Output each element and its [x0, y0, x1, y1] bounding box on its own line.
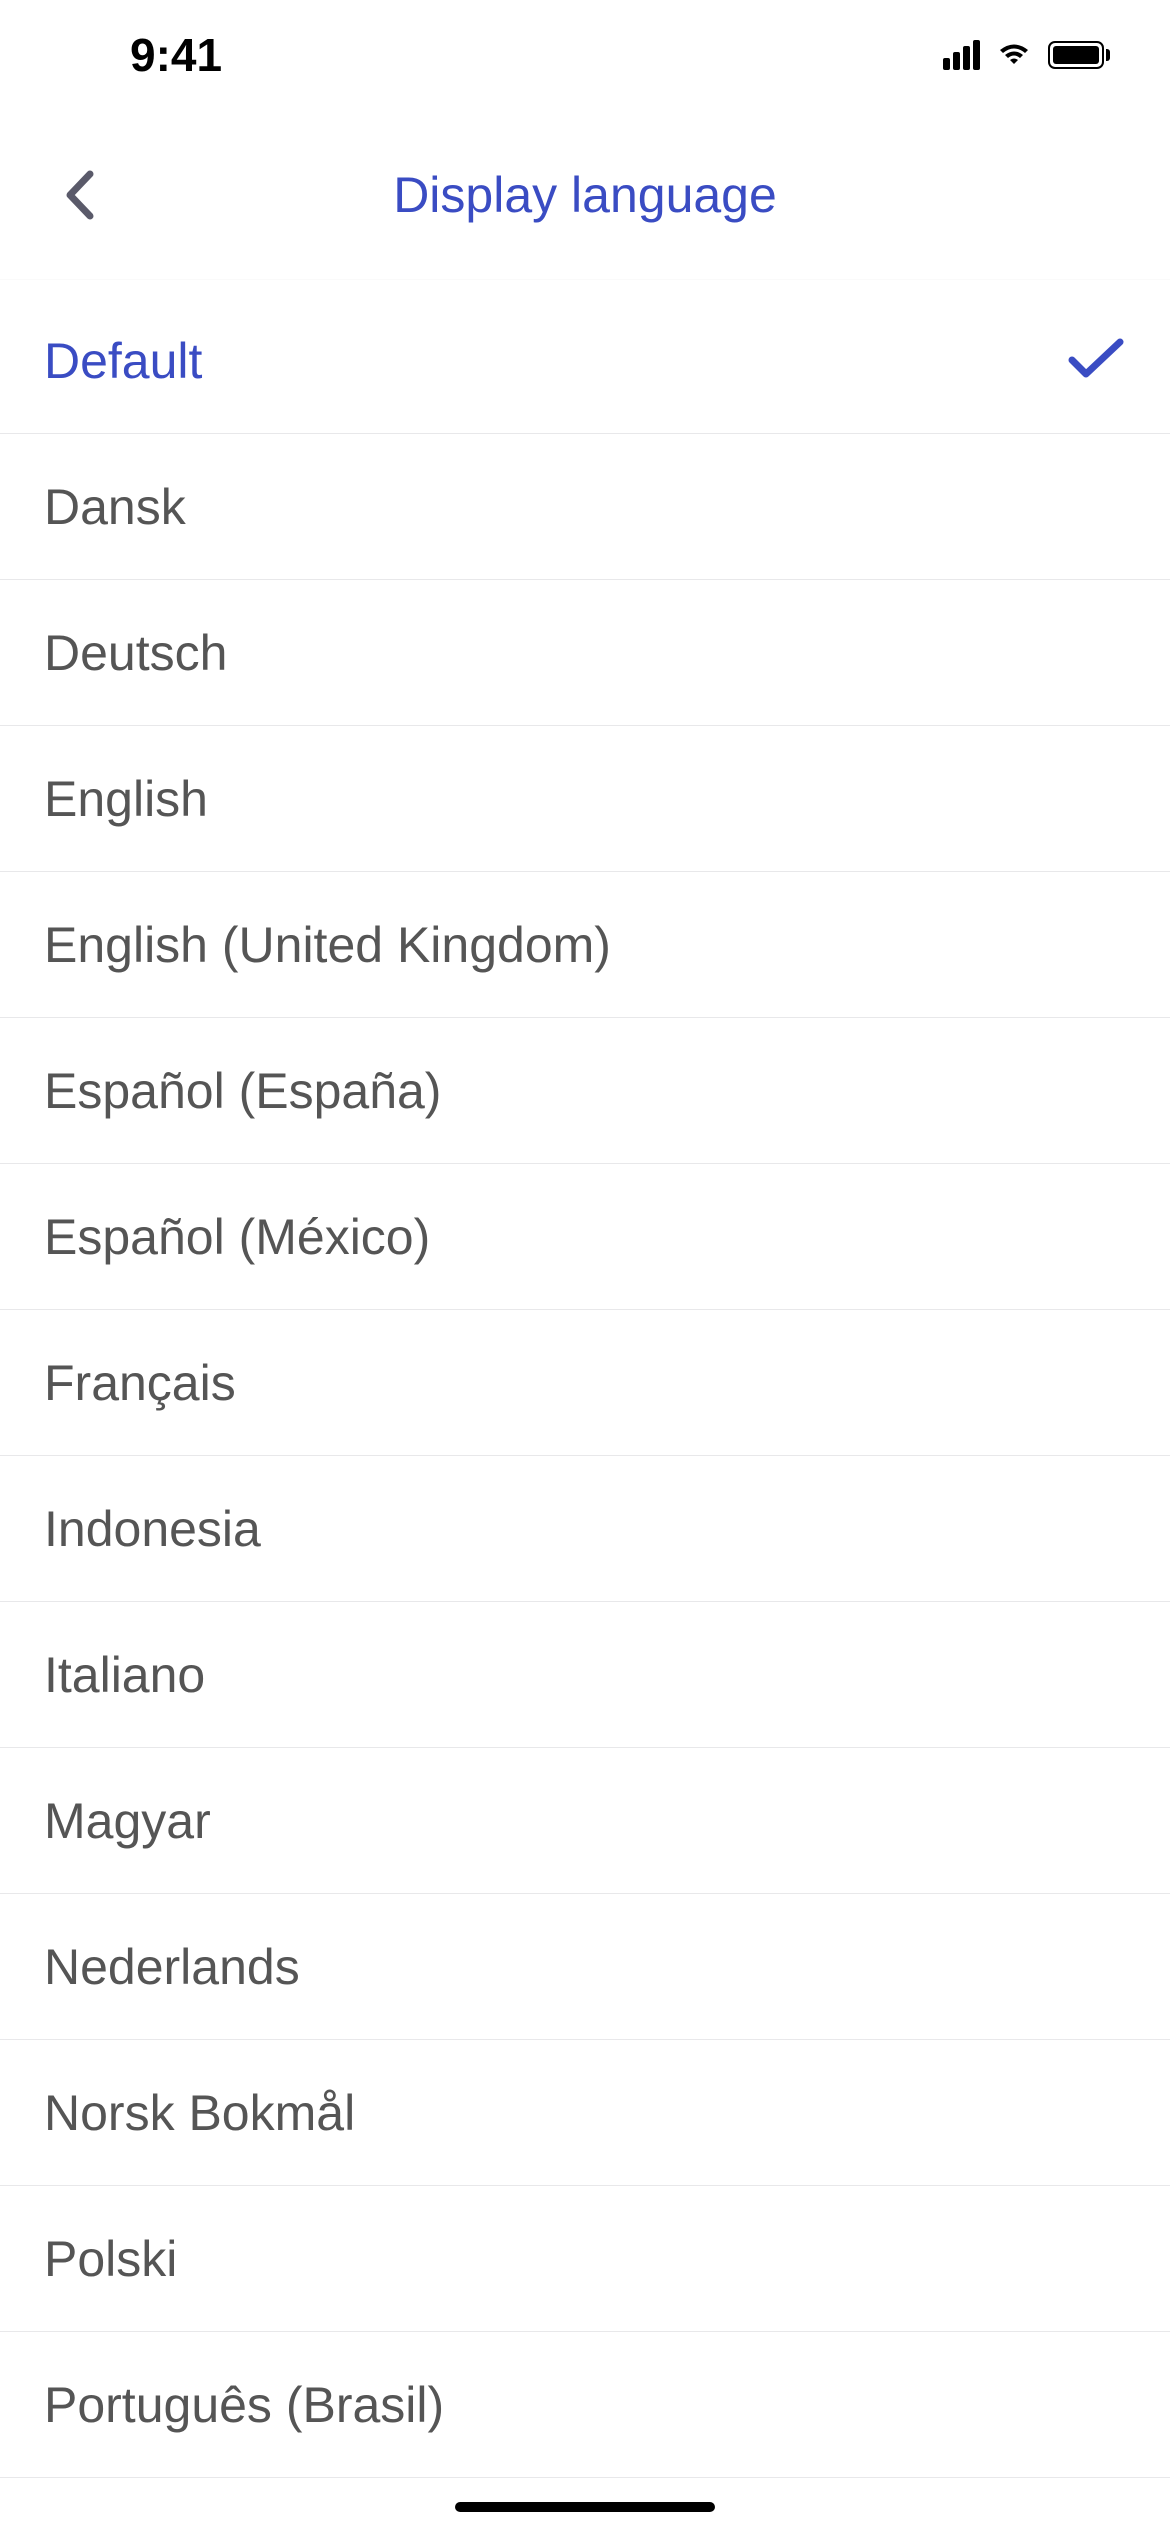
language-option-dansk[interactable]: Dansk [0, 434, 1170, 580]
language-label: Español (México) [44, 1208, 430, 1266]
language-label: Dansk [44, 478, 186, 536]
language-label: Italiano [44, 1646, 205, 1704]
language-label: Norsk Bokmål [44, 2084, 355, 2142]
navigation-bar: Display language [0, 110, 1170, 280]
language-option-espanol-mexico[interactable]: Español (México) [0, 1164, 1170, 1310]
language-label: English (United Kingdom) [44, 916, 611, 974]
language-option-nederlands[interactable]: Nederlands [0, 1894, 1170, 2040]
battery-icon [1048, 41, 1110, 69]
language-list: Default Dansk Deutsch English English (U… [0, 288, 1170, 2478]
back-button[interactable] [50, 165, 110, 225]
language-option-portugues-brasil[interactable]: Português (Brasil) [0, 2332, 1170, 2478]
language-option-norsk-bokmal[interactable]: Norsk Bokmål [0, 2040, 1170, 2186]
page-title: Display language [0, 166, 1170, 224]
status-time: 9:41 [130, 28, 222, 82]
status-bar: 9:41 [0, 0, 1170, 110]
language-option-italiano[interactable]: Italiano [0, 1602, 1170, 1748]
language-label: Deutsch [44, 624, 227, 682]
language-option-english-uk[interactable]: English (United Kingdom) [0, 872, 1170, 1018]
wifi-icon [994, 38, 1034, 73]
language-option-magyar[interactable]: Magyar [0, 1748, 1170, 1894]
language-label: Português (Brasil) [44, 2376, 444, 2434]
language-label: Español (España) [44, 1062, 441, 1120]
cellular-signal-icon [943, 40, 980, 70]
language-label: Français [44, 1354, 236, 1412]
language-option-espanol-espana[interactable]: Español (España) [0, 1018, 1170, 1164]
language-label: English [44, 770, 208, 828]
language-option-polski[interactable]: Polski [0, 2186, 1170, 2332]
language-option-default[interactable]: Default [0, 288, 1170, 434]
language-option-english[interactable]: English [0, 726, 1170, 872]
language-label: Magyar [44, 1792, 211, 1850]
status-icons [943, 38, 1110, 73]
language-option-indonesia[interactable]: Indonesia [0, 1456, 1170, 1602]
language-label: Nederlands [44, 1938, 300, 1996]
chevron-left-icon [62, 170, 98, 220]
checkmark-icon [1066, 336, 1126, 386]
language-label: Default [44, 332, 202, 390]
language-option-deutsch[interactable]: Deutsch [0, 580, 1170, 726]
language-label: Polski [44, 2230, 177, 2288]
home-indicator[interactable] [455, 2502, 715, 2512]
language-option-francais[interactable]: Français [0, 1310, 1170, 1456]
language-label: Indonesia [44, 1500, 261, 1558]
